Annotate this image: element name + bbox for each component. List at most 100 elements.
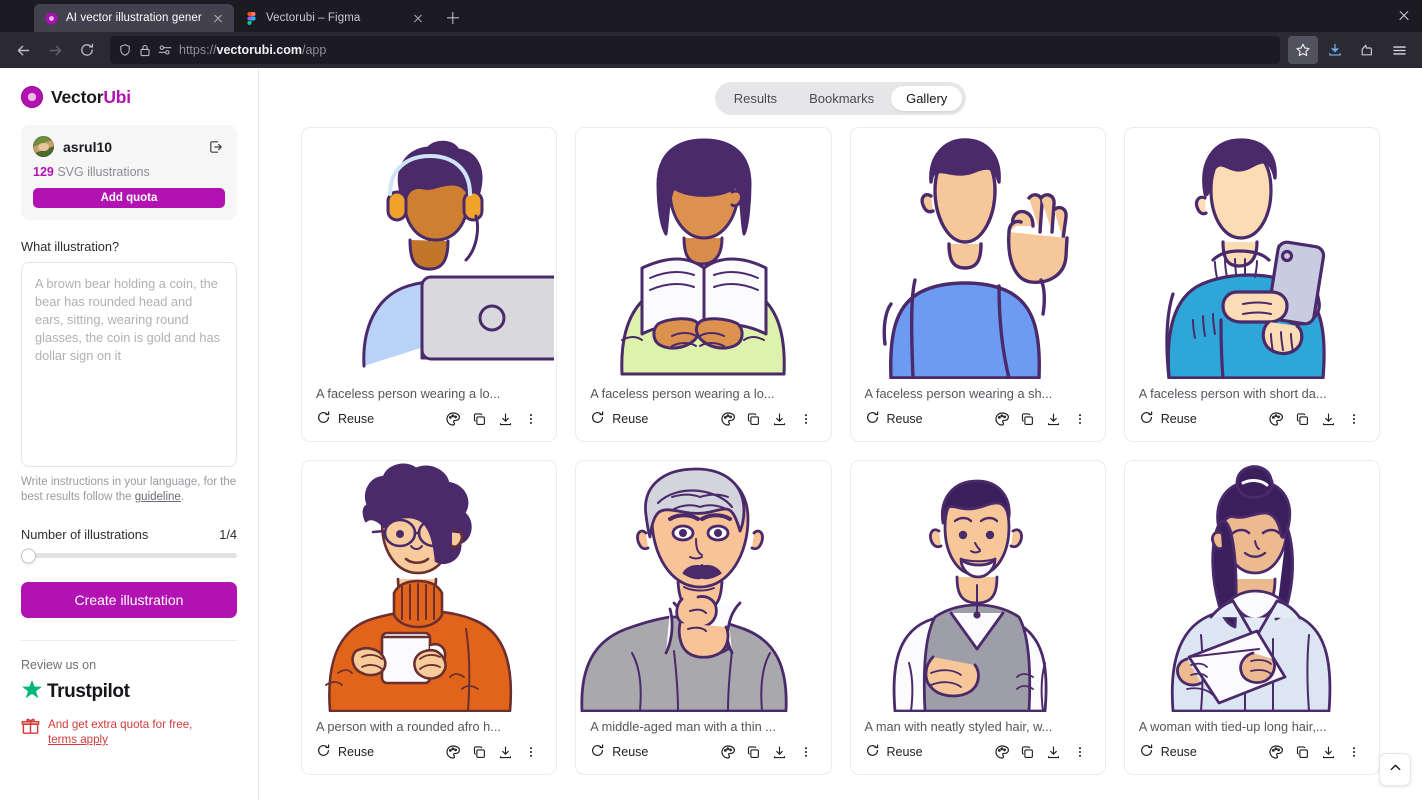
palette-icon[interactable] bbox=[440, 408, 466, 430]
download-icon[interactable] bbox=[767, 741, 793, 763]
bookmark-star-icon[interactable] bbox=[1288, 36, 1318, 64]
copy-icon[interactable] bbox=[466, 408, 492, 430]
reuse-button[interactable]: Reuse bbox=[588, 407, 650, 431]
download-icon[interactable] bbox=[1315, 408, 1341, 430]
more-vertical-icon[interactable] bbox=[1341, 741, 1367, 763]
prompt-input[interactable] bbox=[21, 262, 237, 467]
tab-gallery[interactable]: Gallery bbox=[891, 86, 962, 111]
more-vertical-icon[interactable] bbox=[793, 741, 819, 763]
reuse-button[interactable]: Reuse bbox=[1137, 740, 1199, 764]
close-icon[interactable] bbox=[210, 10, 226, 26]
extension-icon[interactable] bbox=[1352, 36, 1382, 64]
close-icon[interactable] bbox=[410, 10, 426, 26]
palette-icon[interactable] bbox=[440, 741, 466, 763]
logout-icon[interactable] bbox=[207, 138, 225, 156]
download-icon[interactable] bbox=[492, 741, 518, 763]
card-caption: A woman with tied-up long hair,... bbox=[1125, 712, 1379, 734]
reuse-button[interactable]: Reuse bbox=[314, 740, 376, 764]
lock-icon[interactable] bbox=[139, 44, 151, 57]
quota-line: 129 SVG illustrations bbox=[33, 165, 225, 179]
palette-icon[interactable] bbox=[715, 408, 741, 430]
menu-icon[interactable] bbox=[1384, 36, 1414, 64]
download-icon[interactable] bbox=[492, 408, 518, 430]
more-vertical-icon[interactable] bbox=[1067, 741, 1093, 763]
download-icon[interactable] bbox=[1041, 741, 1067, 763]
palette-icon[interactable] bbox=[989, 741, 1015, 763]
gallery-card[interactable]: A faceless person wearing a sh... Reuse bbox=[850, 127, 1106, 442]
reuse-button[interactable]: Reuse bbox=[863, 407, 925, 431]
gallery-card[interactable]: A faceless person with short da... Reuse bbox=[1124, 127, 1380, 442]
slider-value: 1/4 bbox=[219, 527, 237, 542]
promo-text: And get extra quota for free,terms apply bbox=[48, 717, 192, 747]
reload-icon[interactable] bbox=[72, 36, 102, 64]
slider-thumb[interactable] bbox=[21, 548, 36, 563]
account-card: asrul10 129 SVG illustrations Add quota bbox=[21, 125, 237, 220]
address-bar[interactable]: https://vectorubi.com/app bbox=[110, 36, 1280, 64]
person-with-phone bbox=[1125, 128, 1379, 379]
forward-arrow-icon[interactable] bbox=[40, 36, 70, 64]
card-actions: Reuse bbox=[302, 401, 556, 441]
download-icon[interactable] bbox=[1041, 408, 1067, 430]
sidebar: VectorUbi asrul10 129 SVG illustrations … bbox=[0, 68, 259, 800]
trustpilot-star-icon bbox=[21, 679, 43, 705]
more-vertical-icon[interactable] bbox=[1341, 408, 1367, 430]
palette-icon[interactable] bbox=[989, 408, 1015, 430]
refresh-icon bbox=[1139, 410, 1154, 428]
reuse-button[interactable]: Reuse bbox=[588, 740, 650, 764]
card-caption: A faceless person with short da... bbox=[1125, 379, 1379, 401]
browser-tab-1[interactable]: Vectorubi – Figma bbox=[234, 4, 434, 32]
scroll-to-top-button[interactable] bbox=[1379, 753, 1411, 786]
card-caption: A faceless person wearing a lo... bbox=[576, 379, 830, 401]
copy-icon[interactable] bbox=[1289, 408, 1315, 430]
copy-icon[interactable] bbox=[1015, 408, 1041, 430]
card-actions: Reuse bbox=[1125, 734, 1379, 774]
reuse-button[interactable]: Reuse bbox=[314, 407, 376, 431]
older-man-thinking bbox=[576, 461, 830, 712]
reuse-button[interactable]: Reuse bbox=[863, 740, 925, 764]
downloads-icon[interactable] bbox=[1320, 36, 1350, 64]
more-vertical-icon[interactable] bbox=[793, 408, 819, 430]
add-quota-button[interactable]: Add quota bbox=[33, 188, 225, 208]
create-illustration-button[interactable]: Create illustration bbox=[21, 582, 237, 618]
download-icon[interactable] bbox=[767, 408, 793, 430]
card-caption: A person with a rounded afro h... bbox=[302, 712, 556, 734]
download-icon[interactable] bbox=[1315, 741, 1341, 763]
permissions-icon[interactable] bbox=[158, 44, 172, 56]
copy-icon[interactable] bbox=[741, 741, 767, 763]
gallery-card[interactable]: A person with a rounded afro h... Reuse bbox=[301, 460, 557, 775]
terms-apply-link[interactable]: terms apply bbox=[48, 733, 108, 746]
palette-icon[interactable] bbox=[1263, 408, 1289, 430]
palette-icon[interactable] bbox=[715, 741, 741, 763]
tab-bookmarks[interactable]: Bookmarks bbox=[794, 86, 889, 111]
tab-results[interactable]: Results bbox=[719, 86, 792, 111]
back-arrow-icon[interactable] bbox=[8, 36, 38, 64]
copy-icon[interactable] bbox=[466, 741, 492, 763]
gallery-card[interactable]: A faceless person wearing a lo... Reuse bbox=[575, 127, 831, 442]
browser-tab-0[interactable]: AI vector illustration gener bbox=[34, 4, 234, 32]
more-vertical-icon[interactable] bbox=[518, 408, 544, 430]
gallery-card[interactable]: A woman with tied-up long hair,... Reuse bbox=[1124, 460, 1380, 775]
more-vertical-icon[interactable] bbox=[518, 741, 544, 763]
reuse-button[interactable]: Reuse bbox=[1137, 407, 1199, 431]
copy-icon[interactable] bbox=[1015, 741, 1041, 763]
gallery-card[interactable]: A middle-aged man with a thin ... Reuse bbox=[575, 460, 831, 775]
guideline-link[interactable]: guideline bbox=[135, 491, 181, 503]
account-username: asrul10 bbox=[63, 139, 198, 155]
gallery-card[interactable]: A man with neatly styled hair, w... Reus… bbox=[850, 460, 1106, 775]
woman-clipboard bbox=[1125, 461, 1379, 712]
gallery-card[interactable]: A faceless person wearing a lo... Reuse bbox=[301, 127, 557, 442]
palette-icon[interactable] bbox=[1263, 741, 1289, 763]
trustpilot-logo[interactable]: Trustpilot bbox=[21, 679, 237, 705]
copy-icon[interactable] bbox=[741, 408, 767, 430]
copy-icon[interactable] bbox=[1289, 741, 1315, 763]
window-close-icon[interactable] bbox=[1396, 7, 1412, 23]
prompt-label: What illustration? bbox=[21, 239, 237, 254]
shield-icon[interactable] bbox=[118, 43, 132, 57]
brand-logo[interactable]: VectorUbi bbox=[21, 86, 237, 108]
more-vertical-icon[interactable] bbox=[1067, 408, 1093, 430]
card-caption: A man with neatly styled hair, w... bbox=[851, 712, 1105, 734]
reuse-label: Reuse bbox=[887, 412, 923, 426]
new-tab-button[interactable] bbox=[440, 5, 466, 31]
illustration-count-slider[interactable] bbox=[21, 553, 237, 558]
refresh-icon bbox=[865, 743, 880, 761]
